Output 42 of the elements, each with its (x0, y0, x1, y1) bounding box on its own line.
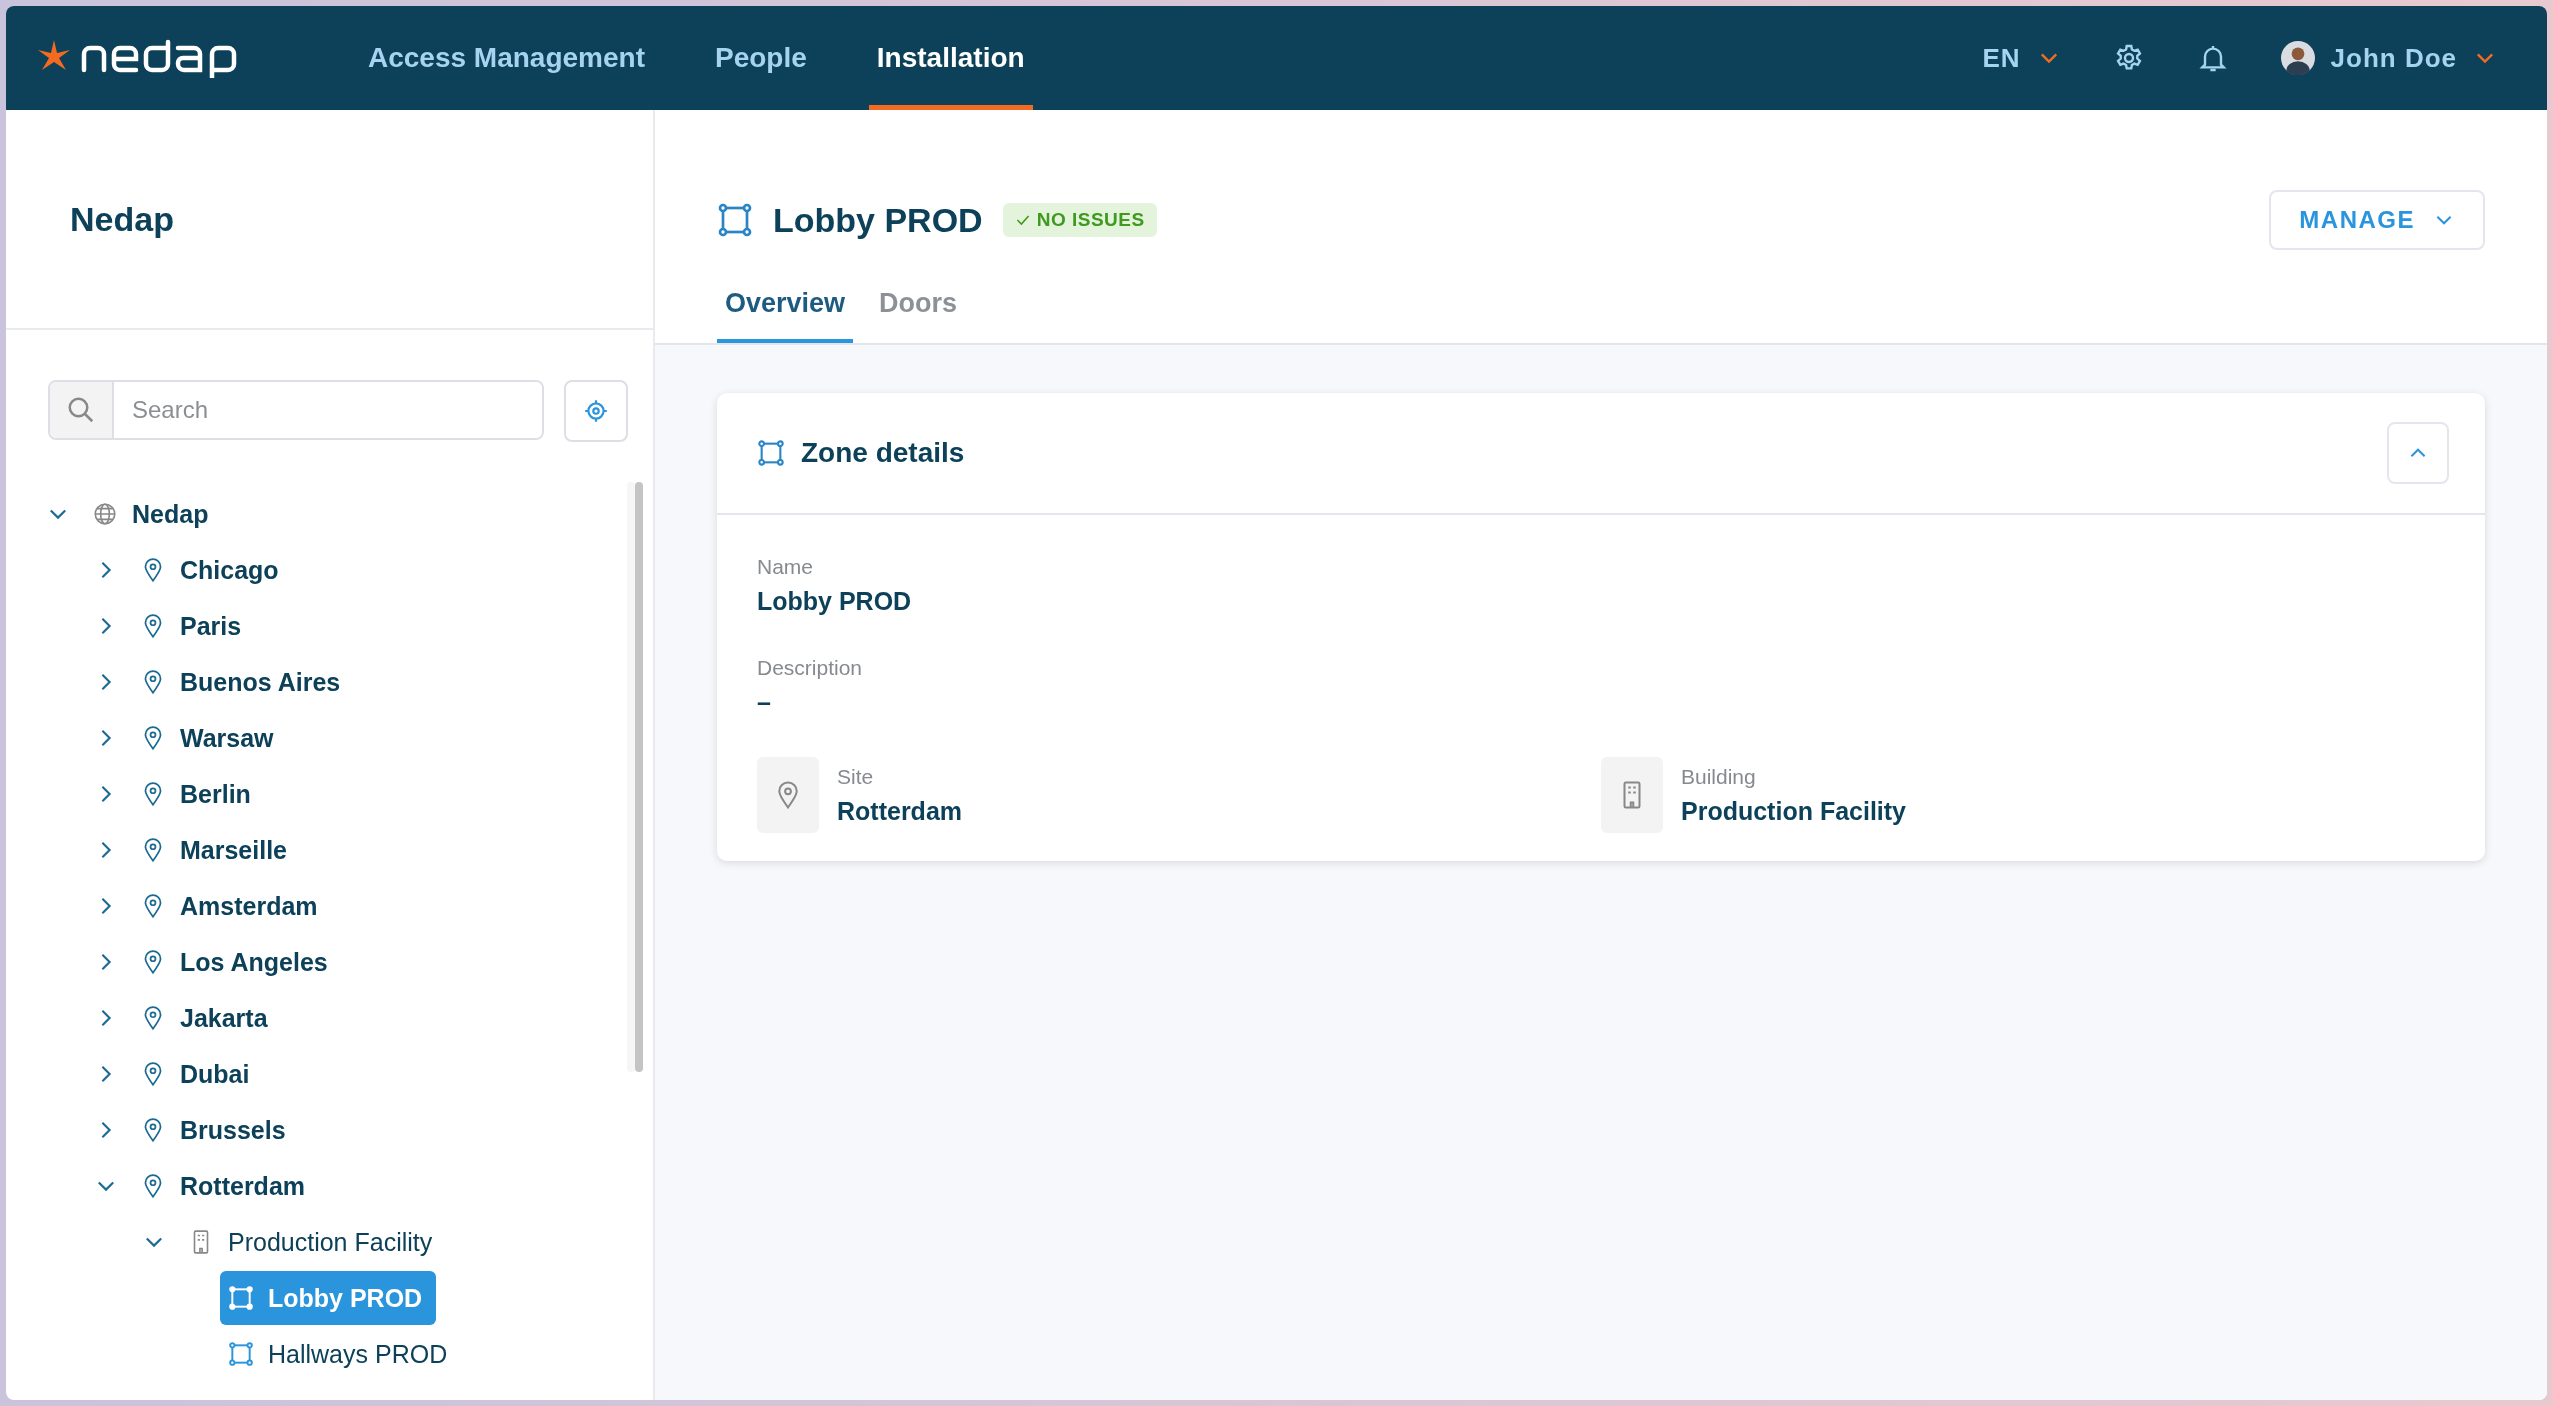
page-title: Lobby PROD (773, 200, 983, 240)
tree-item[interactable]: Chicago (132, 543, 293, 597)
field-label: Site (837, 764, 875, 789)
tree-item[interactable]: Paris (132, 599, 256, 653)
tree-item[interactable]: Rotterdam (132, 1159, 319, 1213)
tree-item[interactable]: Nedap (84, 487, 223, 541)
tree-item[interactable]: Jakarta (132, 991, 282, 1045)
search-field[interactable]: Search (48, 380, 544, 440)
zone-icon (757, 439, 785, 467)
field-label: Description (757, 656, 864, 680)
zone-icon (228, 1285, 254, 1311)
field-value: Lobby PROD (757, 587, 913, 616)
zone-icon (228, 1341, 254, 1367)
tree-item[interactable]: Buenos Aires (132, 655, 355, 709)
field-value: Production Facility (1681, 796, 1907, 826)
field-label: Name (757, 555, 815, 579)
sidebar-title: Nedap (70, 199, 174, 239)
status-badge: NO ISSUES (1002, 203, 1157, 237)
tree-item[interactable]: Berlin (132, 767, 265, 821)
tree-item[interactable]: Warsaw (132, 711, 288, 765)
crosshair-icon (583, 398, 609, 424)
search-icon (66, 395, 96, 425)
avatar-icon (2280, 41, 2315, 75)
nav-tab[interactable]: Access Management (360, 6, 653, 110)
tree-item[interactable]: Los Angeles (132, 935, 342, 989)
language-dropdown[interactable]: EN (1982, 42, 2061, 74)
tree-item[interactable]: Dubai (132, 1047, 264, 1101)
tree-item[interactable]: Marseille (132, 823, 301, 877)
user-menu[interactable]: John Doe (2280, 41, 2497, 75)
globe-icon (92, 501, 118, 527)
field-label: Building (1681, 764, 1757, 789)
card-title: Zone details (801, 437, 965, 469)
tab[interactable]: Overview (717, 288, 854, 343)
nav-tab[interactable]: People (707, 6, 815, 110)
tree-item[interactable]: Brussels (132, 1103, 300, 1157)
tree-item[interactable]: Production Facility (180, 1215, 447, 1269)
field-value: – (757, 688, 772, 717)
locate-button[interactable] (564, 380, 628, 442)
tree-item[interactable]: Amsterdam (132, 879, 332, 933)
zone-icon (717, 202, 753, 238)
field-value: Rotterdam (837, 796, 962, 826)
tree-item[interactable]: Hallways PROD (220, 1327, 462, 1381)
